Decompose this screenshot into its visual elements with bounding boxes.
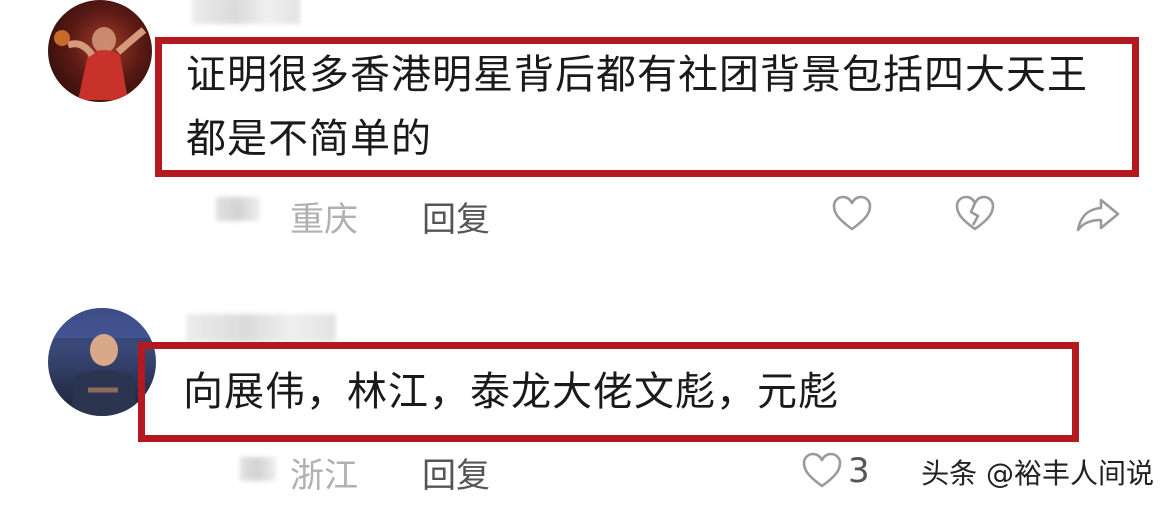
like-button[interactable]: 3: [802, 451, 870, 491]
username-redacted: [186, 314, 336, 342]
like-button[interactable]: [832, 195, 872, 233]
comment-text: 向展伟，林江，泰龙大佬文彪，元彪: [183, 369, 839, 415]
user-avatar[interactable]: [48, 0, 152, 102]
comment-item: 证明很多香港明星背后都有社团背景包括四大天王都是不简单的 重庆 回复: [0, 0, 1170, 250]
time-redacted: [216, 197, 260, 221]
like-count: 3: [848, 451, 870, 491]
location-label: 浙江: [290, 456, 358, 496]
reply-button[interactable]: 回复: [422, 192, 490, 241]
reply-button[interactable]: 回复: [422, 448, 490, 497]
share-arrow-icon: [1075, 197, 1121, 233]
highlighted-comment-box: 向展伟，林江，泰龙大佬文彪，元彪: [138, 342, 1079, 442]
time-redacted: [240, 457, 276, 481]
location-label: 重庆: [290, 200, 358, 240]
dislike-button[interactable]: [955, 195, 995, 233]
share-button[interactable]: [1075, 197, 1121, 233]
heart-outline-icon: [832, 195, 872, 233]
comment-text: 证明很多香港明星背后都有社团背景包括四大天王都是不简单的: [186, 52, 1088, 162]
heart-outline-icon: [802, 452, 842, 490]
highlighted-comment-box: 证明很多香港明星背后都有社团背景包括四大天王都是不简单的: [155, 37, 1139, 177]
watermark: 头条 @裕丰人间说: [921, 457, 1154, 490]
broken-heart-icon: [955, 195, 995, 233]
username-redacted: [192, 0, 300, 24]
